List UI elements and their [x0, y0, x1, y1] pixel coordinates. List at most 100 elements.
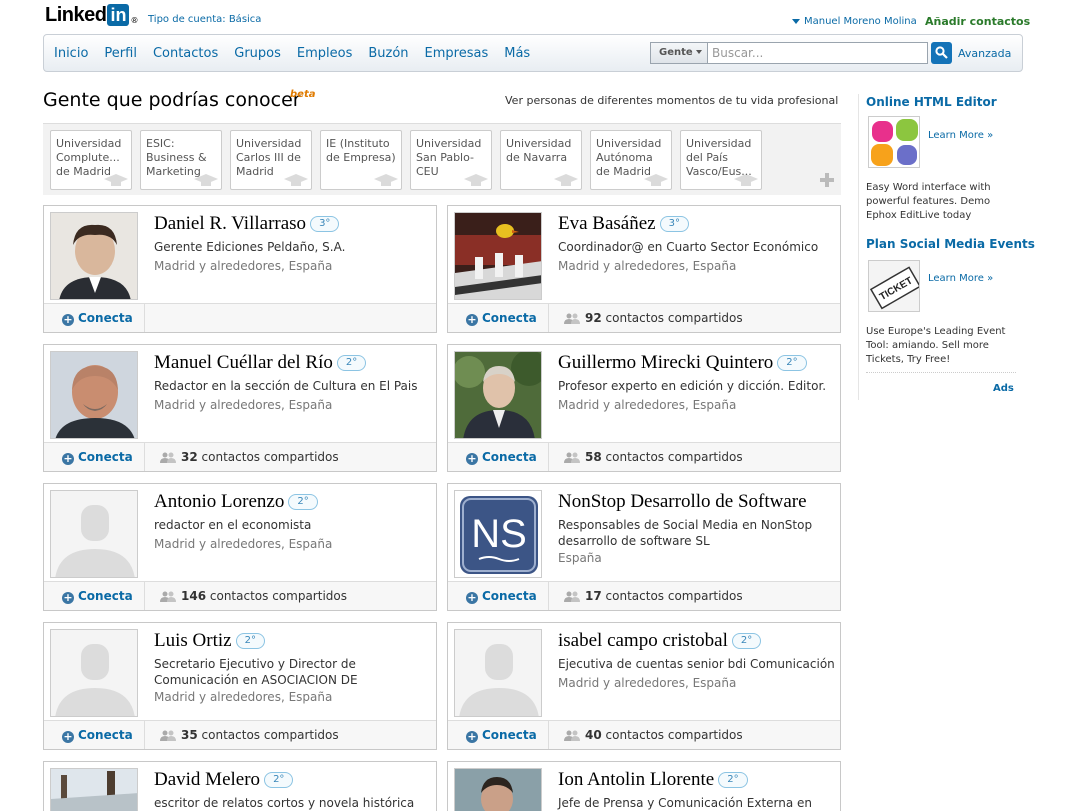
person-photo-icon [51, 213, 137, 299]
nav-buzon[interactable]: Buzón [368, 46, 408, 61]
profile-photo[interactable] [50, 351, 138, 439]
person-photo-icon [455, 352, 541, 438]
nav-mas[interactable]: Más [504, 46, 530, 61]
people-icon [160, 591, 176, 602]
ad-image[interactable] [868, 116, 920, 168]
person-location: Madrid y alrededores, España [558, 398, 737, 412]
filter-tab-label: Universidad Complute... de Madrid [56, 137, 122, 178]
person-name[interactable]: Manuel Cuéllar del Río 2° [154, 352, 367, 374]
card-footer: + Conecta [44, 303, 436, 332]
degree-badge: 3° [659, 216, 689, 232]
add-filter-plus-icon[interactable] [819, 172, 835, 188]
person-name[interactable]: David Melero 2° [154, 769, 294, 791]
shared-contacts[interactable]: 40 contactos compartidos [564, 721, 743, 749]
profile-photo[interactable] [454, 212, 542, 300]
ad-description: Easy Word interface with powerful featur… [866, 182, 991, 221]
person-headline: Responsables de Social Media en NonStop … [558, 518, 813, 548]
shared-count: 32 [181, 450, 198, 464]
filter-tab[interactable]: Universidad Autónoma de Madrid [590, 130, 672, 190]
filter-tab-label: Universidad Carlos III de Madrid [236, 137, 302, 178]
nav-empleos[interactable]: Empleos [297, 46, 352, 61]
filter-tab[interactable]: Universidad del País Vasco/Eus... [680, 130, 762, 190]
user-name: Manuel Moreno Molina [804, 16, 917, 27]
connect-button[interactable]: + Conecta [448, 443, 549, 471]
person-name[interactable]: Luis Ortiz 2° [154, 630, 265, 652]
learn-more-link[interactable]: Learn More » [928, 130, 993, 141]
account-type-link[interactable]: Tipo de cuenta: Básica [148, 14, 261, 25]
person-headline: Redactor en la sección de Cultura en El … [154, 379, 418, 393]
connect-button[interactable]: + Conecta [448, 304, 549, 332]
graduation-cap-icon [644, 174, 668, 186]
person-name-text: Daniel R. Villarraso [154, 213, 307, 234]
see-more-link[interactable]: Ver personas de diferentes momentos de t… [505, 94, 838, 107]
ad-title-link[interactable]: Plan Social Media Events [866, 237, 1035, 251]
profile-photo[interactable] [50, 490, 138, 578]
filter-tab[interactable]: Universidad Complute... de Madrid [50, 130, 132, 190]
filter-tab[interactable]: ESIC: Business & Marketing [140, 130, 222, 190]
nav-empresas[interactable]: Empresas [425, 46, 489, 61]
nav-perfil[interactable]: Perfil [104, 46, 137, 61]
card-footer: + Conecta 35 contactos compartidos [44, 720, 436, 749]
person-location: Madrid y alrededores, España [154, 398, 333, 412]
profile-photo[interactable] [50, 768, 138, 811]
user-menu[interactable]: Manuel Moreno Molina [792, 16, 917, 27]
profile-photo[interactable] [454, 768, 542, 811]
card-footer: + Conecta 92 contactos compartidos [448, 303, 840, 332]
person-name-text: isabel campo cristobal [558, 630, 728, 651]
connect-button[interactable]: + Conecta [44, 721, 145, 749]
search-input[interactable] [708, 42, 928, 64]
person-name-text: Luis Ortiz [154, 630, 232, 651]
person-name[interactable]: Antonio Lorenzo 2° [154, 491, 318, 513]
person-name[interactable]: Guillermo Mirecki Quintero 2° [558, 352, 807, 374]
filter-tab[interactable]: Universidad Carlos III de Madrid [230, 130, 312, 190]
profile-photo[interactable] [50, 629, 138, 717]
filter-tab[interactable]: IE (Instituto de Empresa) [320, 130, 402, 190]
person-name[interactable]: isabel campo cristobal 2° [558, 630, 762, 652]
filter-tab[interactable]: Universidad de Navarra [500, 130, 582, 190]
shared-contacts[interactable]: 32 contactos compartidos [160, 443, 339, 471]
person-headline: escritor de relatos cortos y novela hist… [154, 796, 415, 810]
shared-contacts[interactable]: 92 contactos compartidos [564, 304, 743, 332]
profile-photo[interactable] [454, 629, 542, 717]
ads-label[interactable]: Ads [993, 383, 1014, 394]
person-name[interactable]: NonStop Desarrollo de Software [558, 491, 807, 513]
degree-badge: 2° [264, 772, 294, 788]
plus-circle-icon: + [62, 452, 74, 465]
person-name[interactable]: Ion Antolin Llorente 2° [558, 769, 748, 791]
person-location: Madrid y alrededores, España [154, 537, 333, 551]
avatar-placeholder-icon [455, 630, 541, 716]
profile-photo[interactable]: NS [454, 490, 542, 578]
profile-photo[interactable] [454, 351, 542, 439]
shared-contacts[interactable]: 146 contactos compartidos [160, 582, 347, 610]
connect-button[interactable]: + Conecta [448, 721, 549, 749]
connect-button[interactable]: + Conecta [448, 582, 549, 610]
logo-registered-mark: ® [130, 15, 139, 25]
nav-contactos[interactable]: Contactos [153, 46, 218, 61]
person-name[interactable]: Daniel R. Villarraso 3° [154, 213, 340, 235]
profile-photo[interactable] [50, 212, 138, 300]
shared-contacts[interactable]: 17 contactos compartidos [564, 582, 743, 610]
person-location: España [558, 551, 602, 565]
connect-button[interactable]: + Conecta [44, 304, 145, 332]
people-icon [564, 591, 580, 602]
nav-inicio[interactable]: Inicio [54, 46, 88, 61]
shared-label: contactos compartidos [605, 589, 743, 603]
nav-grupos[interactable]: Grupos [234, 46, 281, 61]
person-headline: Coordinador@ en Cuarto Sector Económico [558, 240, 819, 254]
add-contacts-link[interactable]: Añadir contactos [925, 15, 1030, 28]
search-button[interactable] [931, 42, 952, 64]
connect-button[interactable]: + Conecta [44, 582, 145, 610]
advanced-search-link[interactable]: Avanzada [958, 47, 1011, 60]
shared-contacts[interactable]: 58 contactos compartidos [564, 443, 743, 471]
linkedin-logo[interactable]: Linked in ® [45, 3, 138, 27]
person-name[interactable]: Eva Basáñez 3° [558, 213, 689, 235]
ad-image[interactable]: TICKET [868, 260, 920, 312]
connect-button[interactable]: + Conecta [44, 443, 145, 471]
ad-title-link[interactable]: Online HTML Editor [866, 95, 997, 109]
shared-contacts[interactable]: 35 contactos compartidos [160, 721, 339, 749]
filter-tab[interactable]: Universidad San Pablo-CEU [410, 130, 492, 190]
learn-more-link[interactable]: Learn More » [928, 273, 993, 284]
filter-strip: Universidad Complute... de Madrid ESIC: … [43, 123, 841, 195]
people-icon [564, 730, 580, 741]
search-scope-select[interactable]: Gente [650, 42, 708, 64]
